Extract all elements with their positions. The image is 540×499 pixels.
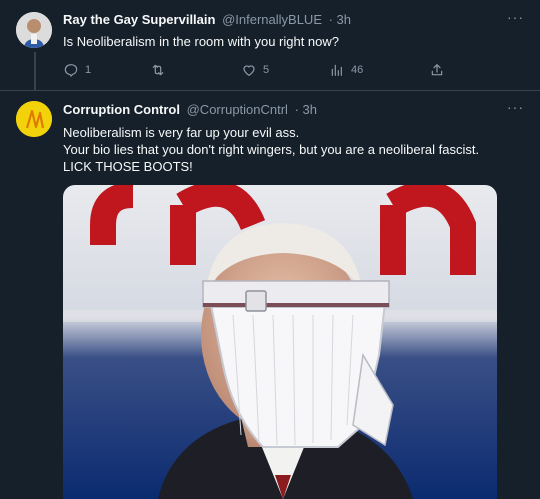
more-options-button[interactable]: ··· bbox=[507, 9, 524, 25]
tweet-text-line: Neoliberalism is very far up your evil a… bbox=[63, 125, 300, 140]
avatar[interactable] bbox=[16, 12, 52, 48]
tweet-reply[interactable]: Corruption Control @CorruptionCntrl · 3h… bbox=[0, 90, 540, 499]
display-name[interactable]: Ray the Gay Supervillain bbox=[63, 12, 215, 27]
display-name[interactable]: Corruption Control bbox=[63, 102, 180, 117]
timestamp[interactable]: · 3h bbox=[295, 102, 317, 117]
retweet-button[interactable] bbox=[150, 62, 172, 78]
retweet-icon bbox=[152, 64, 164, 76]
tweet-text-line: LICK THOSE BOOTS! bbox=[63, 159, 193, 174]
tweet-header: Corruption Control @CorruptionCntrl · 3h bbox=[63, 102, 500, 118]
label-tag-icon bbox=[245, 290, 267, 312]
heart-icon bbox=[243, 65, 255, 76]
like-count: 5 bbox=[263, 64, 270, 76]
views-chart-icon bbox=[331, 64, 342, 76]
reply-button[interactable]: 1 bbox=[63, 62, 91, 78]
tweet-text: Neoliberalism is very far up your evil a… bbox=[63, 124, 520, 175]
tweet-text-line: Your bio lies that you don't right winge… bbox=[63, 142, 480, 157]
view-count: 46 bbox=[351, 64, 364, 76]
tweet-text: Is Neoliberalism in the room with you ri… bbox=[63, 34, 340, 49]
tweet-actions: 1 5 46 bbox=[63, 62, 463, 78]
avatar[interactable] bbox=[16, 101, 52, 137]
yellow-avatar-icon bbox=[16, 101, 52, 137]
timestamp[interactable]: · 3h bbox=[329, 12, 351, 27]
handle[interactable]: @InfernallyBLUE bbox=[222, 12, 322, 27]
share-button[interactable] bbox=[429, 62, 445, 78]
like-button[interactable]: 5 bbox=[241, 62, 269, 78]
thread-line bbox=[34, 52, 36, 90]
more-options-button[interactable]: ··· bbox=[507, 99, 524, 115]
reply-count: 1 bbox=[85, 64, 92, 76]
tweet-media-image[interactable] bbox=[63, 185, 497, 499]
share-icon bbox=[431, 64, 443, 76]
reply-icon bbox=[64, 64, 78, 78]
tweet-header: Ray the Gay Supervillain @InfernallyBLUE… bbox=[63, 12, 500, 28]
handle[interactable]: @CorruptionCntrl bbox=[187, 102, 288, 117]
views-button[interactable]: 46 bbox=[329, 62, 363, 78]
profile-photo-icon bbox=[16, 12, 52, 48]
tweet-parent[interactable]: Ray the Gay Supervillain @InfernallyBLUE… bbox=[0, 0, 540, 90]
photo-cnn-studio bbox=[63, 185, 497, 499]
